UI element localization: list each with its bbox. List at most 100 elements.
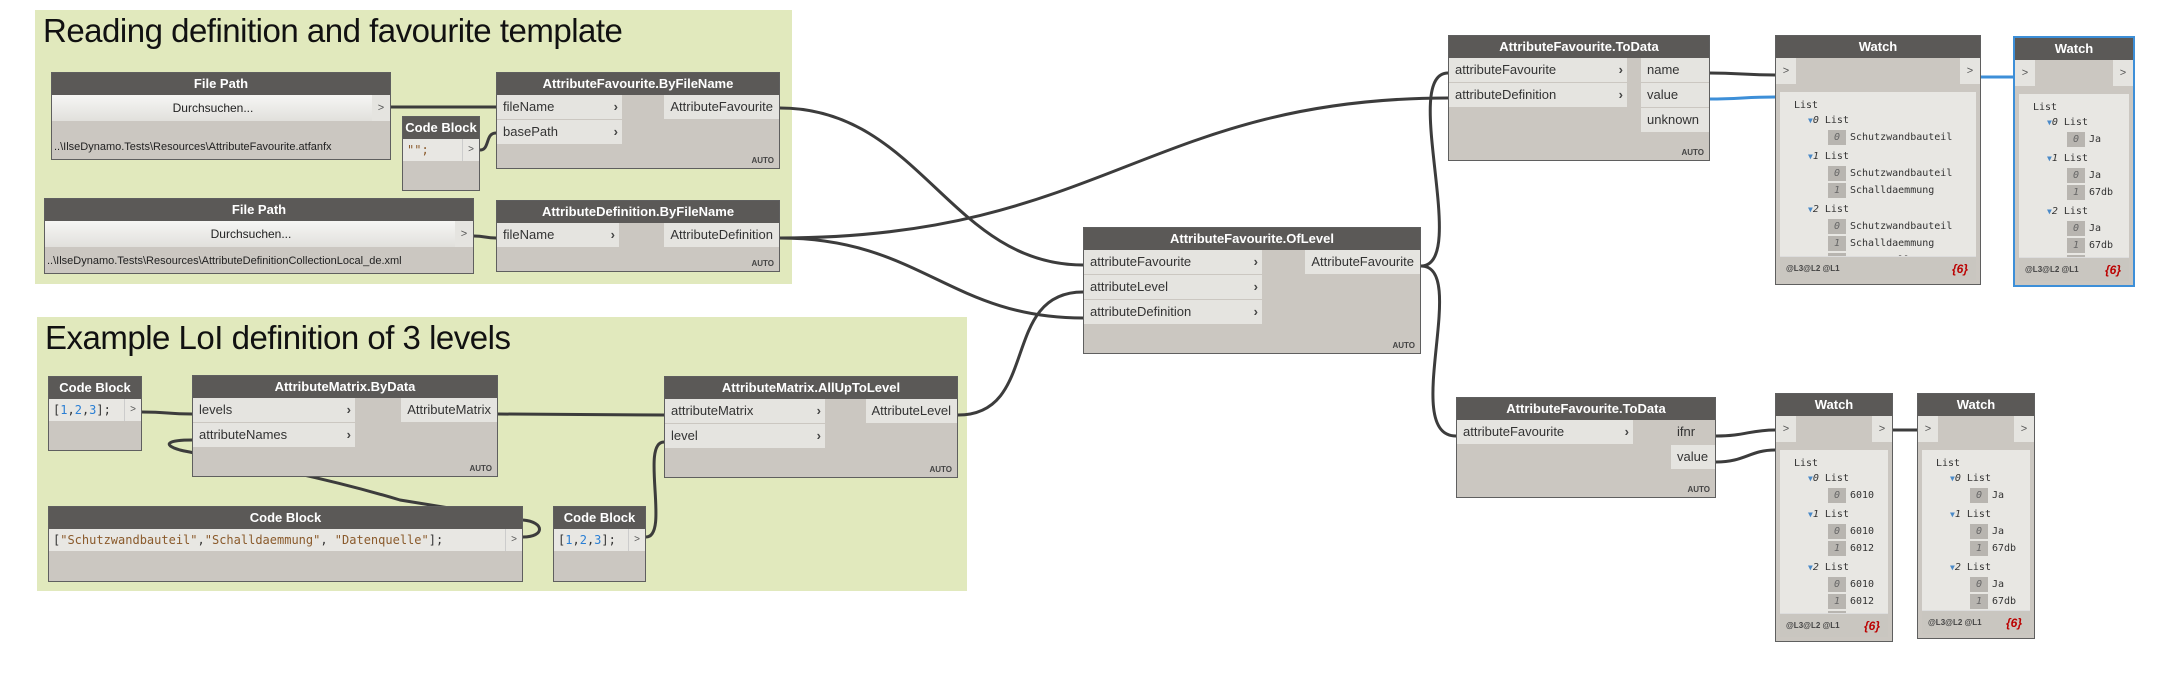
list-levels[interactable]: @L3@L2 @L1 — [1786, 264, 1840, 273]
tree-list-item[interactable]: ▼0 List — [1780, 113, 1976, 128]
code-block-node-basepath[interactable]: Code Block ""; > — [402, 116, 480, 191]
tree-list-item[interactable]: ▼0 List — [2019, 115, 2129, 130]
input-port-filename[interactable]: fileName › — [497, 95, 622, 119]
input-port-attribute-matrix[interactable]: attributeMatrix › — [665, 399, 825, 423]
output-port[interactable]: > — [372, 95, 390, 121]
code-block-node-levels[interactable]: Code Block [1,2,3]; > — [48, 376, 142, 451]
input-port-attribute-favourite[interactable]: attributeFavourite › — [1457, 420, 1633, 444]
output-port-attribute-level[interactable]: AttributeLevel — [865, 399, 957, 423]
tree-list-item[interactable]: ▼1 List — [1780, 507, 1888, 522]
input-port-attribute-definition[interactable]: attributeDefinition › — [1084, 300, 1262, 324]
code-block-node-attribute-names[interactable]: Code Block ["Schutzwandbauteil","Schalld… — [48, 506, 523, 582]
input-port-attribute-level[interactable]: attributeLevel › — [1084, 275, 1262, 299]
output-port-attribute-favourite[interactable]: AttributeFavourite — [1305, 250, 1420, 274]
attribute-matrix-all-up-to-level-node[interactable]: AttributeMatrix.AllUpToLevel attributeMa… — [664, 376, 958, 478]
input-port-attribute-favourite[interactable]: attributeFavourite › — [1084, 250, 1262, 274]
output-port[interactable]: > — [1872, 416, 1892, 442]
lacing-label[interactable]: AUTO — [1392, 341, 1415, 350]
output-port-unknown[interactable]: unknown — [1641, 108, 1709, 132]
output-port[interactable]: > — [455, 221, 473, 247]
tree-list-item[interactable]: ▼2 List — [2019, 204, 2129, 219]
input-port-attribute-definition[interactable]: attributeDefinition › — [1449, 83, 1627, 107]
code-editor[interactable]: ""; — [403, 139, 465, 161]
list-levels[interactable]: @L3@L2 @L1 — [2025, 265, 2079, 274]
item-count: {6} — [1863, 619, 1880, 633]
watch-tree[interactable]: List ▼0 List 0 Ja ▼1 List 0 Ja 1 67db ▼2 List 0 Ja 1… — [1922, 450, 2030, 634]
attribute-favourite-by-file-name-node[interactable]: AttributeFavourite.ByFileName fileName › … — [496, 72, 780, 169]
lacing-label[interactable]: AUTO — [929, 465, 952, 474]
item-count: {6} — [1951, 262, 1968, 276]
output-port[interactable]: > — [505, 529, 522, 551]
input-port-levels[interactable]: levels › — [193, 398, 355, 422]
file-path-node-favourite[interactable]: File Path Durchsuchen... > ..\IlseDynamo… — [51, 72, 391, 160]
node-title: Code Block — [403, 117, 479, 139]
output-port[interactable]: > — [1960, 58, 1980, 84]
tree-list-item[interactable]: ▼0 List — [1780, 471, 1888, 486]
watch-node-value-2[interactable]: Watch > > List ▼0 List 0 Ja ▼1 List 0 Ja 1 67db ▼… — [1917, 393, 2035, 639]
lacing-label[interactable]: AUTO — [1687, 485, 1710, 494]
output-port[interactable]: > — [2014, 416, 2034, 442]
input-port[interactable]: > — [1776, 58, 1796, 84]
input-port[interactable]: > — [2015, 60, 2035, 86]
list-levels[interactable]: @L3@L2 @L1 — [1928, 618, 1982, 627]
index-badge: 1 — [1828, 541, 1846, 556]
lacing-label[interactable]: AUTO — [751, 156, 774, 165]
watch-tree[interactable]: List ▼0 List 0 Schutzwandbauteil ▼1 List 0 Sch… — [1780, 92, 1976, 276]
input-port-filename[interactable]: fileName › — [497, 223, 619, 247]
tree-list-item[interactable]: ▼1 List — [2019, 151, 2129, 166]
tree-list-item[interactable]: ▼1 List — [1780, 149, 1976, 164]
input-port-attribute-favourite[interactable]: attributeFavourite › — [1449, 58, 1627, 82]
tree-list-item[interactable]: ▼0 List — [1922, 471, 2030, 486]
browse-button[interactable]: Durchsuchen... — [45, 221, 457, 247]
attribute-favourite-to-data-node-2[interactable]: AttributeFavourite.ToData attributeFavou… — [1456, 397, 1716, 498]
output-port[interactable]: > — [462, 139, 479, 161]
lacing-label[interactable]: AUTO — [1681, 148, 1704, 157]
list-levels[interactable]: @L3@L2 @L1 — [1786, 621, 1840, 630]
index-badge: 0 — [1970, 488, 1988, 503]
watch-node-name[interactable]: Watch > > List ▼0 List 0 Schutzwandbauteil ▼… — [1775, 35, 1981, 285]
attribute-matrix-by-data-node[interactable]: AttributeMatrix.ByData levels › attribute… — [192, 375, 498, 477]
browse-button[interactable]: Durchsuchen... — [52, 95, 374, 121]
node-title: AttributeFavourite.ToData — [1457, 398, 1715, 420]
file-path-node-definition[interactable]: File Path Durchsuchen... > ..\IlseDynamo… — [44, 198, 474, 274]
tree-list-item[interactable]: ▼2 List — [1922, 560, 2030, 575]
watch-node-ifnr[interactable]: Watch > > List ▼0 List 0 6010 ▼1 List 0 6010 1 6… — [1775, 393, 1893, 642]
tree-list-item[interactable]: ▼2 List — [1780, 202, 1976, 217]
attribute-favourite-of-level-node[interactable]: AttributeFavourite.OfLevel attributeFavo… — [1083, 227, 1421, 354]
lacing-label[interactable]: AUTO — [751, 259, 774, 268]
output-port-name[interactable]: name — [1641, 58, 1709, 82]
output-port-value[interactable]: value — [1641, 83, 1709, 107]
input-port-basepath[interactable]: basePath › — [497, 120, 622, 144]
tree-value-item: 1 6012 — [1780, 541, 1888, 556]
port-label: attributeMatrix — [671, 403, 754, 418]
code-block-node-level[interactable]: Code Block [1,2,3]; > — [553, 506, 646, 582]
output-port-attribute-matrix[interactable]: AttributeMatrix — [401, 398, 497, 422]
watch-node-value[interactable]: Watch > > List ▼0 List 0 Ja ▼1 List 0 Ja 1 67db ▼… — [2013, 36, 2135, 287]
code-editor[interactable]: [1,2,3]; — [49, 399, 127, 421]
input-port-attribute-names[interactable]: attributeNames › — [193, 423, 355, 447]
chevron-right-icon: › — [816, 403, 821, 418]
input-port[interactable]: > — [1776, 416, 1796, 442]
code-editor[interactable]: [1,2,3]; — [554, 529, 631, 551]
watch-tree[interactable]: List ▼0 List 0 6010 ▼1 List 0 6010 1 6012 ▼2 List… — [1780, 450, 1888, 634]
tree-list-item[interactable]: ▼2 List — [1780, 560, 1888, 575]
watch-tree[interactable]: List ▼0 List 0 Ja ▼1 List 0 Ja 1 67db ▼2 List 0 Ja 1… — [2019, 94, 2129, 278]
chevron-right-icon: › — [1253, 304, 1258, 319]
output-port-attribute-definition[interactable]: AttributeDefinition — [664, 223, 779, 247]
tree-value-item: 0 Ja — [2019, 168, 2129, 183]
code-editor[interactable]: ["Schutzwandbauteil","Schalldaemmung", "… — [49, 529, 508, 551]
output-port[interactable]: > — [628, 529, 645, 551]
output-port-value[interactable]: value — [1671, 445, 1715, 469]
lacing-label[interactable]: AUTO — [469, 464, 492, 473]
node-title: Watch — [2015, 38, 2133, 60]
input-port-level[interactable]: level › — [665, 424, 825, 448]
output-port-ifnr[interactable]: ifnr — [1671, 420, 1715, 444]
output-port[interactable]: > — [124, 399, 141, 421]
port-label: attributeDefinition — [1090, 304, 1192, 319]
output-port-attribute-favourite[interactable]: AttributeFavourite — [664, 95, 779, 119]
attribute-favourite-to-data-node-1[interactable]: AttributeFavourite.ToData attributeFavou… — [1448, 35, 1710, 161]
input-port[interactable]: > — [1918, 416, 1938, 442]
output-port[interactable]: > — [2113, 60, 2133, 86]
tree-list-item[interactable]: ▼1 List — [1922, 507, 2030, 522]
attribute-definition-by-file-name-node[interactable]: AttributeDefinition.ByFileName fileName ›… — [496, 200, 780, 272]
